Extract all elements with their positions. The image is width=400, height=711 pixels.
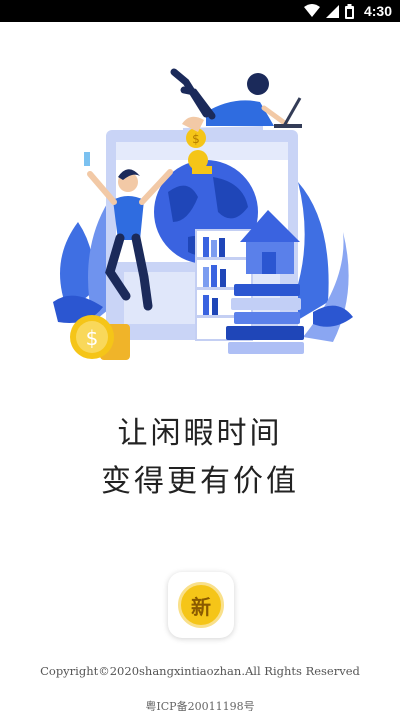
app-logo-glyph: 新 — [191, 594, 211, 619]
splash-screen: 4:30 $ $ 让闲暇时间 变得更有价值 新 Copyright©2020sh… — [0, 0, 400, 711]
slogan-line-2: 变得更有价值 — [101, 464, 299, 499]
status-bar: 4:30 — [0, 0, 400, 22]
icp-license-text: 粤ICP备20011198号 — [145, 700, 255, 711]
signal-icon — [325, 4, 339, 18]
status-icons: 4:30 — [303, 0, 392, 22]
svg-text:$: $ — [192, 132, 200, 146]
app-logo: 新 — [168, 572, 234, 638]
app-logo-coin: 新 — [178, 582, 224, 628]
hero-illustration: $ $ — [53, 68, 353, 360]
wifi-icon — [303, 4, 320, 17]
battery-icon — [344, 3, 354, 19]
coin-symbol: $ — [86, 326, 99, 350]
status-time: 4:30 — [363, 3, 392, 19]
copyright-text: Copyright©2020shangxintiaozhan.All Right… — [40, 664, 360, 678]
book-stack-graphic — [226, 284, 304, 354]
slogan-line-1: 让闲暇时间 — [117, 416, 283, 451]
